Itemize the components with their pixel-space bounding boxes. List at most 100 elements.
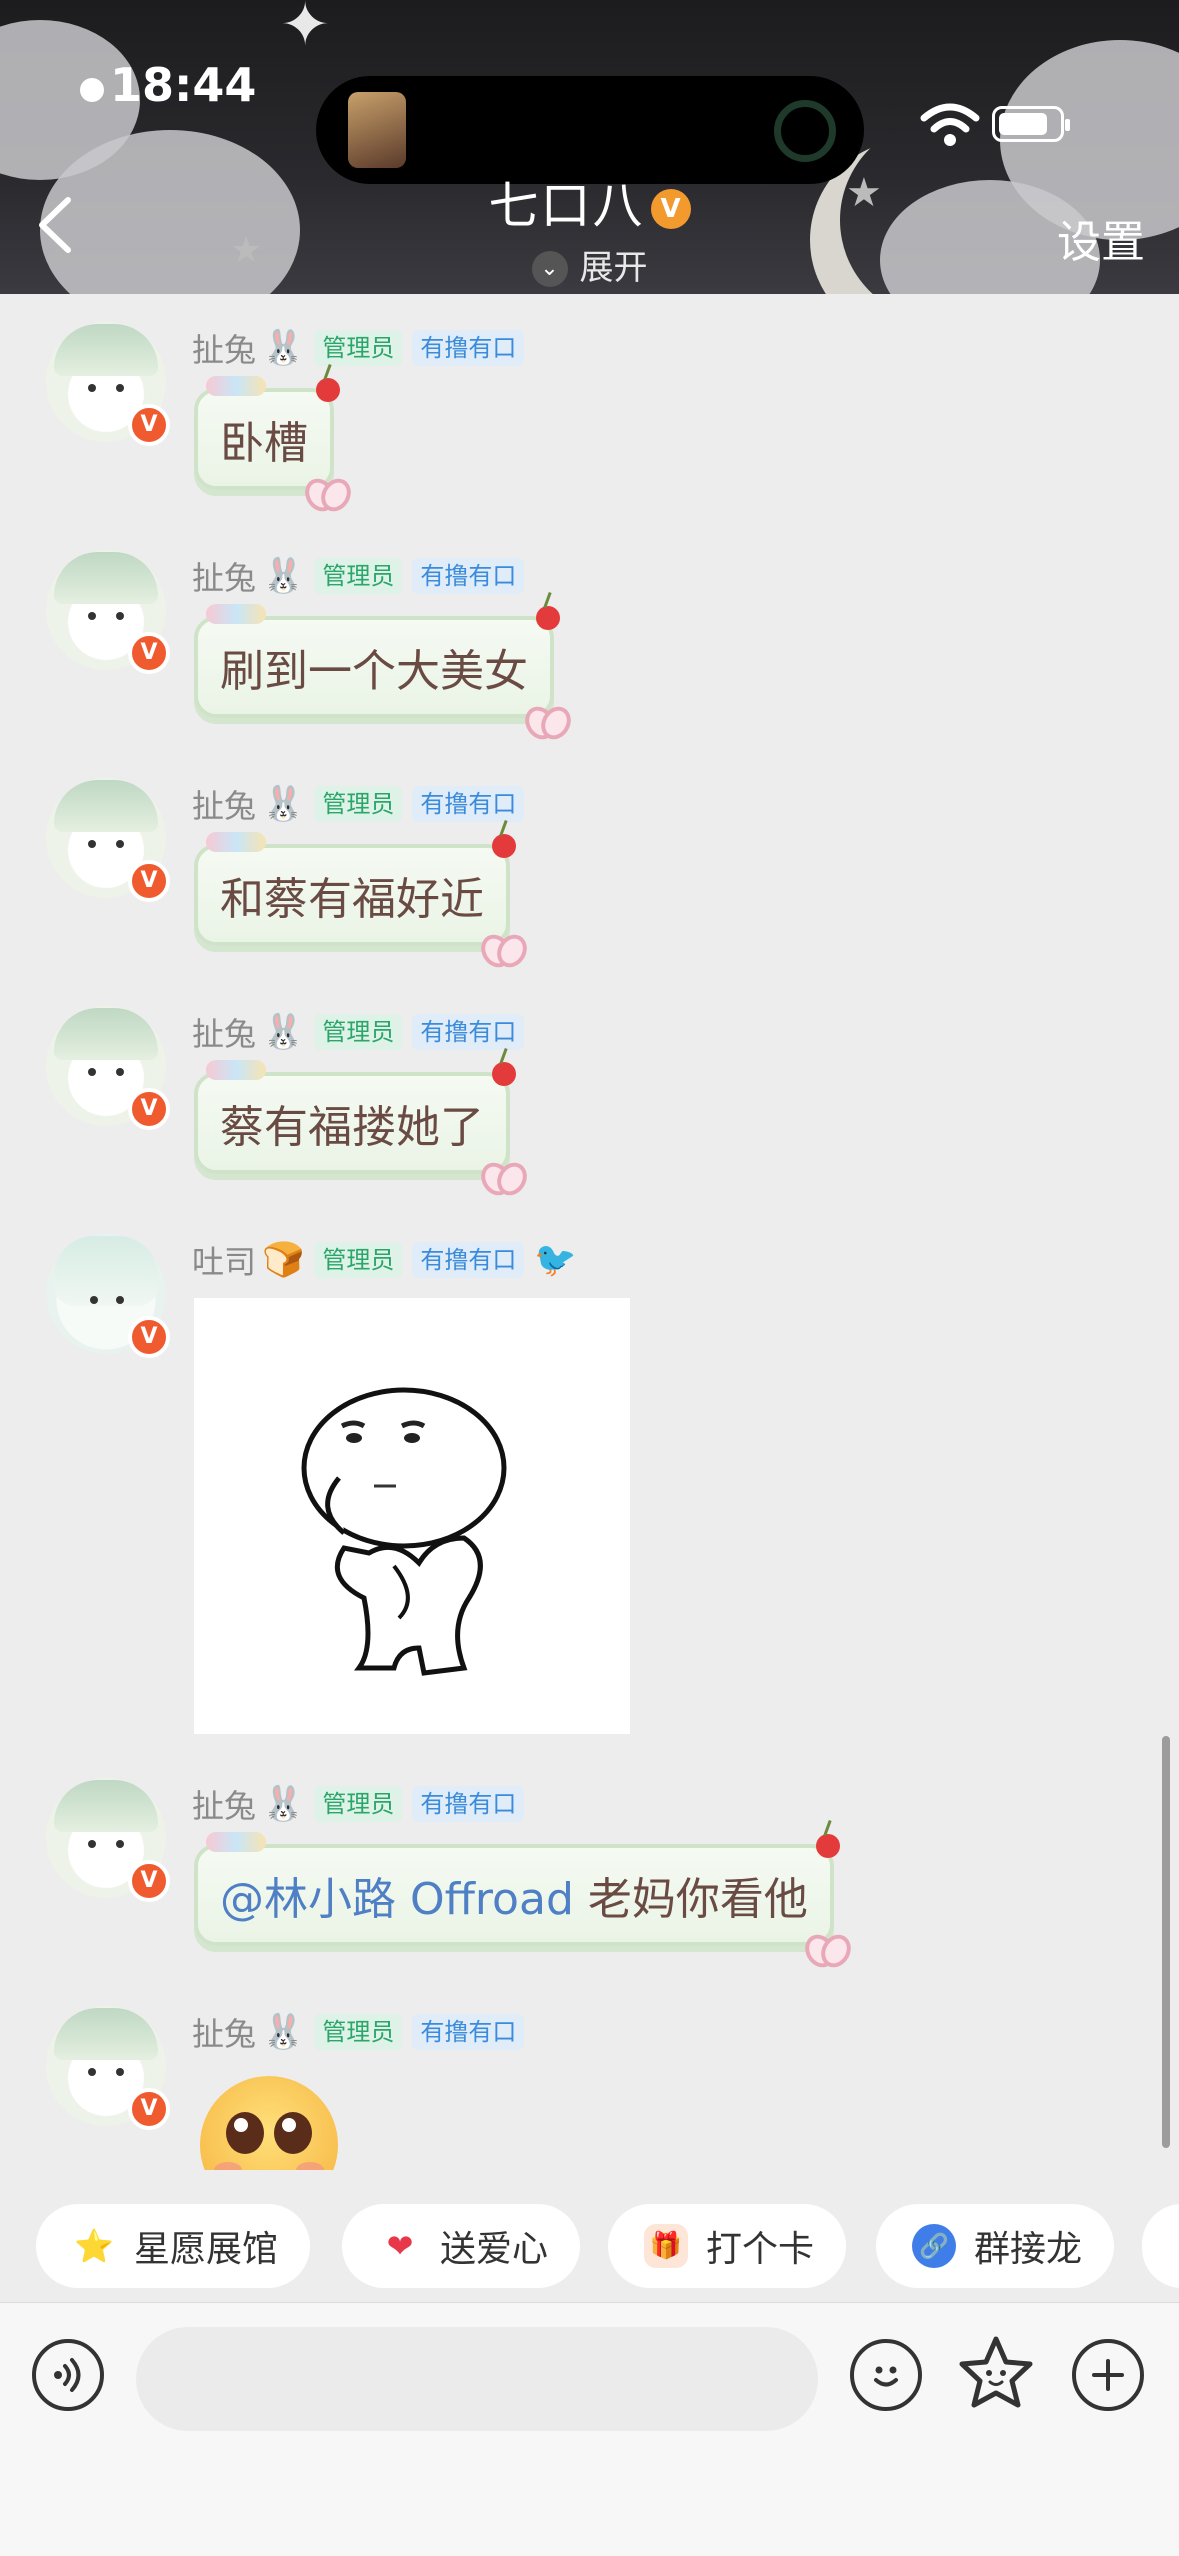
chip-more[interactable] — [1142, 2204, 1179, 2288]
verified-v-icon: V — [128, 2088, 170, 2130]
chevron-down-icon: ⌄ — [531, 251, 568, 287]
admin-tag: 管理员 — [314, 1242, 403, 1278]
sender-name[interactable]: 扯兔 — [192, 781, 256, 827]
chip-send-love[interactable]: ❤ 送爱心 — [342, 2204, 581, 2288]
verified-v-icon: V — [128, 632, 170, 674]
chip-star-gallery[interactable]: ⭐ 星愿展馆 — [36, 2204, 311, 2288]
verified-v-icon: V — [128, 1316, 170, 1358]
sender-row: 扯兔 🐰 管理员 有撸有口 — [192, 1009, 525, 1055]
link-icon: 🔗 — [912, 2224, 956, 2268]
input-bar — [0, 2302, 1179, 2556]
bow-icon — [526, 698, 570, 742]
verified-v-icon: V — [128, 1088, 170, 1130]
bird-icon: 🐦 — [534, 1240, 577, 1280]
rabbit-icon: 🐰 — [262, 2012, 305, 2052]
sender-name[interactable]: 扯兔 — [192, 1009, 256, 1055]
battery-icon — [992, 106, 1070, 142]
message-bubble[interactable]: 和蔡有福好近 — [194, 832, 516, 946]
cherry-icon — [536, 606, 560, 630]
smiley-icon — [874, 2366, 898, 2387]
group-title-tag: 有撸有口 — [412, 330, 525, 366]
bread-icon: 🍞 — [262, 1240, 305, 1280]
message-bubble[interactable]: 卧槽 — [194, 376, 340, 490]
activity-ring-icon — [774, 100, 836, 162]
bow-icon — [482, 926, 526, 970]
admin-tag: 管理员 — [314, 330, 403, 366]
star-face-icon — [959, 2336, 1033, 2408]
rabbit-icon: 🐰 — [262, 1012, 305, 1052]
expand-label: 展开 — [579, 248, 648, 288]
sticker-image[interactable] — [194, 1298, 630, 1734]
sender-row: 扯兔 🐰 管理员 有撸有口 — [192, 553, 525, 599]
chat-scrollbar[interactable] — [1162, 1736, 1170, 2148]
verified-v-icon: V — [128, 860, 170, 902]
voice-input-button[interactable] — [32, 2339, 104, 2411]
group-title-tag: 有撸有口 — [412, 1786, 525, 1822]
expand-toggle[interactable]: ⌄ 展开 — [0, 240, 1179, 289]
group-title-tag: 有撸有口 — [412, 2014, 525, 2050]
quick-action-bar: ⭐ 星愿展馆 ❤ 送爱心 🎁 打个卡 🔗 群接龙 — [0, 2190, 1179, 2302]
message-text: 卧槽 — [220, 418, 308, 469]
message-bubble[interactable]: @林小路 Offroad 老妈你看他 — [194, 1832, 840, 1946]
chip-check-in[interactable]: 🎁 打个卡 — [608, 2204, 847, 2288]
calendar-icon: 🎁 — [644, 2224, 688, 2268]
admin-tag: 管理员 — [314, 786, 403, 822]
wifi-icon — [920, 103, 980, 146]
avatar[interactable]: V — [46, 1234, 170, 1358]
settings-button[interactable]: 设置 — [1057, 206, 1145, 270]
message-text: 蔡有福搂她了 — [220, 1102, 484, 1153]
cherry-icon — [316, 378, 340, 402]
avatar[interactable]: V — [46, 1778, 170, 1902]
cherry-icon — [492, 834, 516, 858]
group-title-tag: 有撸有口 — [412, 786, 525, 822]
chip-group-relay[interactable]: 🔗 群接龙 — [876, 2204, 1115, 2288]
verified-v-icon: V — [128, 404, 170, 446]
rabbit-icon: 🐰 — [262, 1784, 305, 1824]
chat-title-area[interactable]: 七口八 V — [0, 166, 1179, 238]
avatar[interactable]: V — [46, 322, 170, 446]
group-title-tag: 有撸有口 — [412, 1242, 525, 1278]
sender-name[interactable]: 扯兔 — [192, 1781, 256, 1827]
message-bubble[interactable]: 蔡有福搂她了 — [194, 1060, 516, 1174]
status-bar: 18:44 — [0, 40, 1179, 184]
heart-icon: ❤ — [386, 2227, 414, 2265]
emoji-button[interactable] — [850, 2339, 922, 2411]
avatar[interactable]: V — [46, 778, 170, 902]
verified-badge-icon: V — [650, 189, 691, 229]
status-time: 18:44 — [110, 58, 257, 112]
cherry-icon — [815, 1834, 840, 1858]
more-actions-button[interactable] — [1072, 2339, 1144, 2411]
chat-header: ✦ ★ ★ 18:44 七口八 V ⌄ 展开 设置 — [0, 0, 1179, 294]
sender-name[interactable]: 吐司 — [192, 1237, 256, 1283]
avatar[interactable]: V — [46, 1006, 170, 1130]
sender-name[interactable]: 扯兔 — [192, 553, 256, 599]
avatar[interactable]: V — [46, 550, 170, 674]
sender-name[interactable]: 扯兔 — [192, 325, 256, 371]
admin-tag: 管理员 — [314, 558, 403, 594]
sender-row: 扯兔 🐰 管理员 有撸有口 — [192, 2009, 525, 2055]
pleading-face-emoji[interactable] — [200, 2076, 338, 2170]
meme-character-image — [301, 1387, 507, 1676]
admin-tag: 管理员 — [314, 1014, 403, 1050]
message-item: V 扯兔 🐰 管理员 有撸有口 — [0, 2006, 1179, 2170]
chat-title: 七口八 — [488, 177, 645, 235]
star-sticker-button[interactable] — [956, 2333, 1036, 2413]
group-title-tag: 有撸有口 — [412, 558, 525, 594]
message-bubble[interactable]: 刷到一个大美女 — [194, 604, 560, 718]
rabbit-icon: 🐰 — [262, 556, 305, 596]
chip-label: 打个卡 — [706, 2229, 815, 2270]
rabbit-icon: 🐰 — [262, 784, 305, 824]
mention-link[interactable]: @林小路 Offroad — [220, 1874, 574, 1925]
avatar[interactable]: V — [46, 2006, 170, 2130]
chip-label: 群接龙 — [974, 2229, 1083, 2270]
voice-icon — [54, 2358, 81, 2392]
admin-tag: 管理员 — [314, 1786, 403, 1822]
bow-icon — [306, 470, 350, 514]
bow-icon — [806, 1926, 850, 1970]
sender-name[interactable]: 扯兔 — [192, 2009, 256, 2055]
group-title-tag: 有撸有口 — [412, 1014, 525, 1050]
recording-dot — [80, 78, 104, 102]
message-input[interactable] — [136, 2327, 818, 2431]
chip-label: 送爱心 — [440, 2229, 549, 2270]
verified-v-icon: V — [128, 1860, 170, 1902]
